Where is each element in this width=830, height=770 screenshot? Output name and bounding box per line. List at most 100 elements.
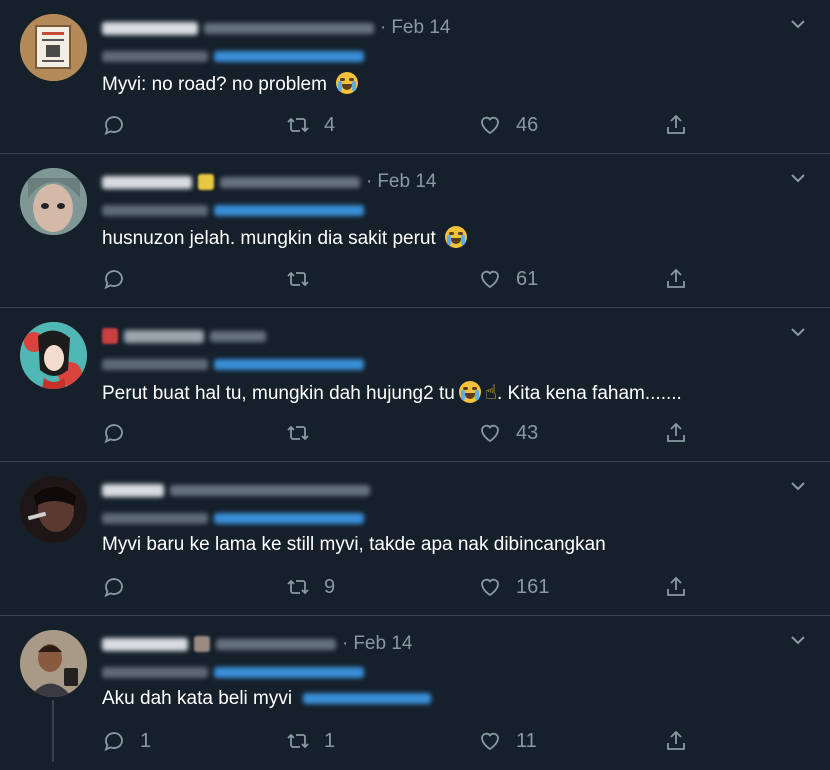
tweet-header: · Feb 14 <box>102 16 450 40</box>
replying-to-handle[interactable] <box>214 666 364 678</box>
tweet-date[interactable]: Feb 14 <box>353 633 412 655</box>
tweet-body: Myvi: no road? no problem <box>102 74 327 95</box>
like-button[interactable]: 161 <box>478 572 549 602</box>
index-pointing-up-emoji: ☝ <box>484 382 497 404</box>
author-handle[interactable] <box>204 22 374 34</box>
tweet[interactable]: · Feb 14 Aku dah kata beli myvi 1 1 11 <box>0 616 830 770</box>
retweet-button[interactable]: 9 <box>286 572 335 602</box>
avatar[interactable] <box>20 14 87 81</box>
tweet-actions: 1 1 11 <box>102 726 702 756</box>
tweet-body: husnuzon jelah. mungkin dia sakit perut <box>102 228 436 249</box>
share-icon <box>667 422 685 442</box>
share-button[interactable] <box>664 572 688 602</box>
share-icon <box>667 114 685 134</box>
author-name[interactable] <box>102 175 192 189</box>
heart-icon <box>481 270 499 289</box>
tweet[interactable]: · Feb 14 husnuzon jelah. mungkin dia sak… <box>0 154 830 308</box>
retweet-icon <box>287 271 309 287</box>
tweet[interactable]: Myvi baru ke lama ke still myvi, takde a… <box>0 462 830 616</box>
replying-to-label <box>102 50 208 62</box>
avatar[interactable] <box>20 168 87 235</box>
tweet[interactable]: · Feb 14 Myvi: no road? no problem 4 46 <box>0 0 830 154</box>
tweet-text: Aku dah kata beli myvi <box>102 688 432 710</box>
replying-to-label <box>102 666 208 678</box>
author-handle[interactable] <box>220 176 360 188</box>
share-button[interactable] <box>664 418 688 448</box>
replying-to-label <box>102 204 208 216</box>
reply-icon <box>104 732 123 752</box>
tweet-date[interactable]: Feb 14 <box>391 17 450 39</box>
replying-to-label <box>102 358 208 370</box>
replying-to-handle[interactable] <box>214 204 364 216</box>
reply-button[interactable]: 1 <box>102 726 151 756</box>
retweet-button[interactable]: 1 <box>286 726 335 756</box>
avatar[interactable] <box>20 476 87 543</box>
chevron-down-icon[interactable] <box>788 630 808 650</box>
chevron-down-icon[interactable] <box>788 476 808 496</box>
replying-to-handle[interactable] <box>214 358 364 370</box>
replying-to-handle[interactable] <box>214 512 364 524</box>
retweet-button[interactable] <box>286 418 324 448</box>
like-button[interactable]: 11 <box>478 726 537 756</box>
avatar[interactable] <box>20 322 87 389</box>
author-handle[interactable] <box>170 484 370 496</box>
tweet-header <box>102 324 266 348</box>
retweet-icon <box>287 425 309 441</box>
tweet-text: Perut buat hal tu, mungkin dah hujung2 t… <box>102 380 682 405</box>
replying-to <box>102 662 364 682</box>
tweet-actions: 61 <box>102 264 702 294</box>
avatar-image <box>20 322 87 389</box>
tweet-date[interactable]: Feb 14 <box>377 171 436 193</box>
like-button[interactable]: 61 <box>478 264 538 294</box>
reply-button[interactable] <box>102 110 140 140</box>
retweet-button[interactable]: 4 <box>286 110 335 140</box>
share-button[interactable] <box>664 264 688 294</box>
author-name[interactable] <box>124 329 204 343</box>
reply-count: 1 <box>140 729 152 752</box>
like-button[interactable]: 43 <box>478 418 538 448</box>
chevron-down-icon[interactable] <box>788 322 808 342</box>
replying-to-handle[interactable] <box>214 50 364 62</box>
author-name[interactable] <box>102 483 164 497</box>
chevron-down-icon[interactable] <box>788 14 808 34</box>
share-icon <box>667 268 685 288</box>
replying-to <box>102 508 364 528</box>
author-handle[interactable] <box>210 330 266 342</box>
tweet-body: Perut buat hal tu, mungkin dah hujung2 t… <box>102 383 455 404</box>
reply-button[interactable] <box>102 264 140 294</box>
loudly-crying-face-emoji <box>336 72 359 94</box>
separator-dot: · <box>366 171 373 192</box>
heart-icon <box>481 424 499 443</box>
tweet-text: Myvi: no road? no problem <box>102 72 359 96</box>
reply-button[interactable] <box>102 572 140 602</box>
heart-icon <box>481 116 499 135</box>
tweet-text: Myvi baru ke lama ke still myvi, takde a… <box>102 534 606 556</box>
tweet-header <box>102 478 370 502</box>
share-button[interactable] <box>664 110 688 140</box>
tweet-actions: 9 161 <box>102 572 702 602</box>
name-emoji-icon <box>194 636 210 652</box>
heart-icon <box>481 732 499 751</box>
reply-icon <box>104 578 123 598</box>
like-button[interactable]: 46 <box>478 110 538 140</box>
retweet-button[interactable] <box>286 264 324 294</box>
author-name[interactable] <box>102 21 198 35</box>
retweet-count: 1 <box>324 729 336 752</box>
separator-dot: · <box>342 633 349 654</box>
author-name[interactable] <box>102 637 188 651</box>
like-count: 11 <box>516 729 537 752</box>
retweet-icon <box>287 117 309 133</box>
author-handle[interactable] <box>216 638 336 650</box>
tweet-header: · Feb 14 <box>102 170 436 194</box>
chevron-down-icon[interactable] <box>788 168 808 188</box>
hashtag-link[interactable] <box>303 693 432 705</box>
share-button[interactable] <box>664 726 688 756</box>
retweet-count: 9 <box>324 575 336 598</box>
avatar[interactable] <box>20 630 87 697</box>
reply-button[interactable] <box>102 418 140 448</box>
avatar-image <box>20 14 87 81</box>
tweet-text: husnuzon jelah. mungkin dia sakit perut <box>102 226 468 250</box>
replying-to <box>102 354 364 374</box>
tweet[interactable]: Perut buat hal tu, mungkin dah hujung2 t… <box>0 308 830 462</box>
retweet-count: 4 <box>324 113 336 136</box>
